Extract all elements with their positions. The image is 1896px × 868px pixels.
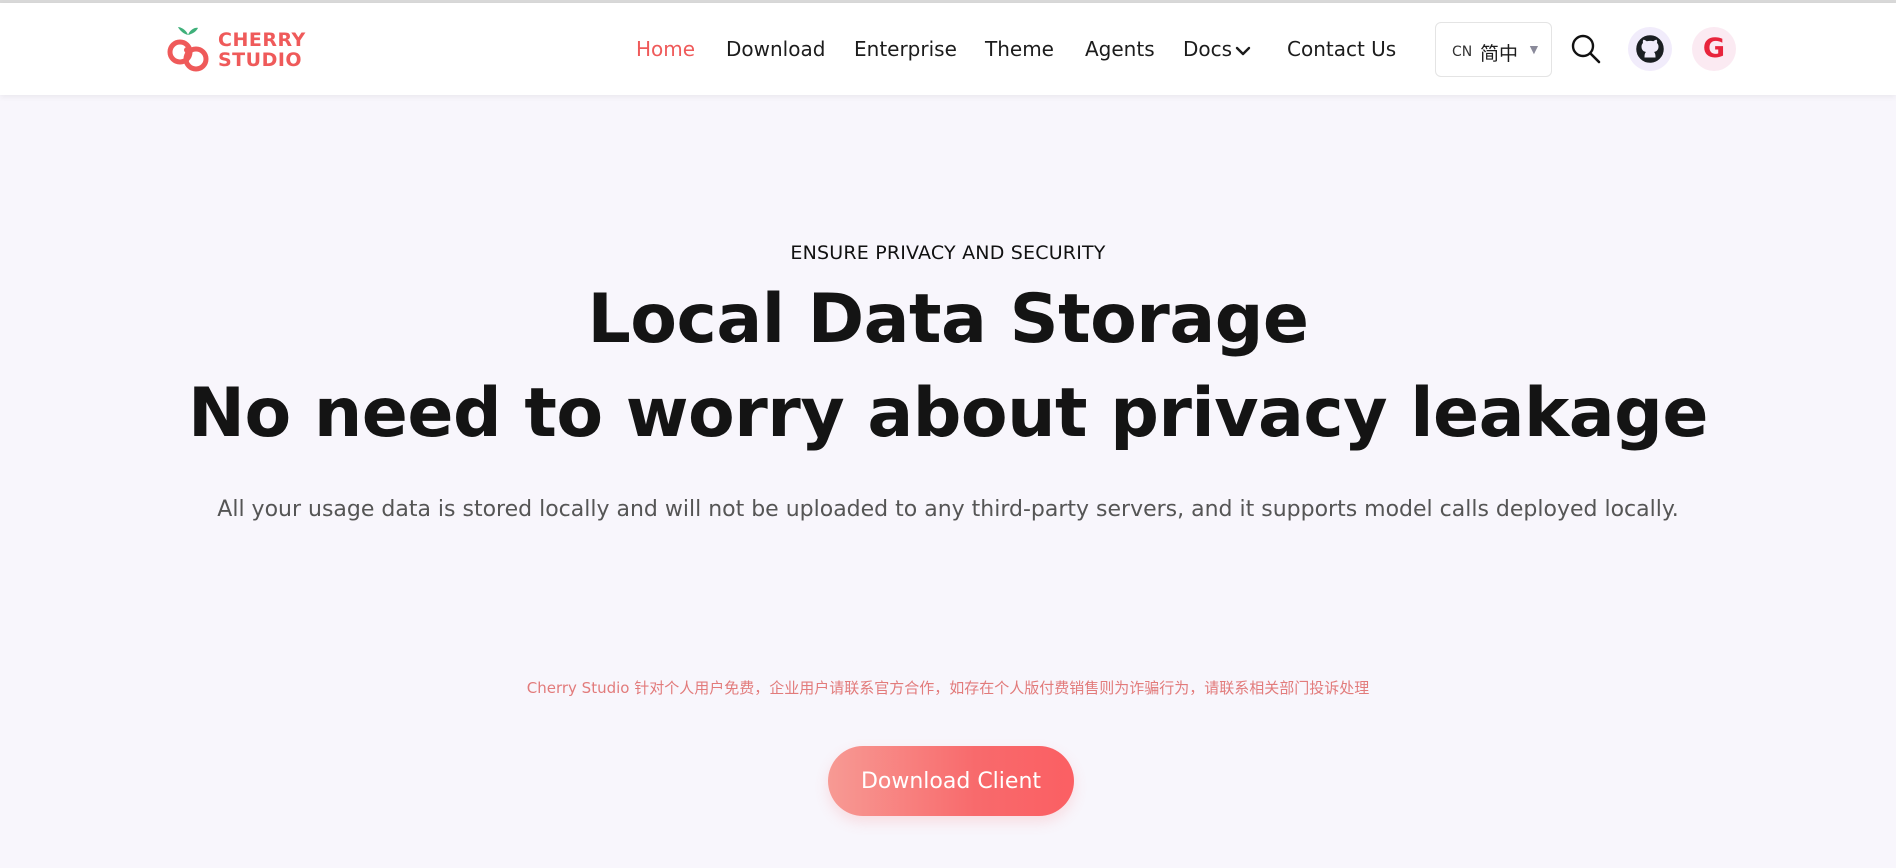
search-button[interactable] [1570, 33, 1602, 65]
nav-theme[interactable]: Theme [985, 37, 1054, 61]
cherry-studio-logo[interactable]: CHERRY STUDIO [166, 25, 306, 75]
fraud-notice: Cherry Studio 针对个人用户免费，企业用户请联系官方合作，如存在个人… [526, 679, 1370, 697]
nav-enterprise[interactable]: Enterprise [854, 37, 957, 61]
hero-eyebrow: ENSURE PRIVACY AND SECURITY [790, 242, 1106, 264]
language-code: CN [1452, 44, 1473, 60]
github-icon [1636, 35, 1664, 63]
hero-headline-line2: No need to worry about privacy leakage [188, 374, 1708, 453]
nav-home[interactable]: Home [636, 37, 695, 61]
language-name: 简中 [1480, 43, 1519, 65]
nav-download[interactable]: Download [726, 37, 825, 61]
nav-docs[interactable]: Docs [1183, 37, 1251, 61]
site-header: CHERRY STUDIO Home Download Enterprise T… [0, 3, 1896, 95]
nav-agents[interactable]: Agents [1085, 37, 1155, 61]
nav-docs-label: Docs [1183, 37, 1233, 61]
chevron-down-icon [1235, 46, 1251, 55]
language-selector[interactable]: CN 简中 ▼ [1435, 22, 1552, 77]
download-client-button[interactable]: Download Client [828, 746, 1074, 816]
cherry-logo-icon [167, 27, 209, 72]
github-button[interactable] [1628, 27, 1672, 71]
caret-down-icon: ▼ [1527, 41, 1541, 57]
google-button[interactable]: G [1692, 27, 1736, 71]
logo-text-studio: STUDIO [218, 49, 303, 71]
google-icon: G [1702, 33, 1726, 64]
logo-text-cherry: CHERRY [218, 29, 306, 51]
hero-headline-line1: Local Data Storage [587, 280, 1309, 359]
search-icon [1571, 34, 1601, 64]
nav-contact-us[interactable]: Contact Us [1287, 37, 1396, 61]
hero-subtext: All your usage data is stored locally an… [217, 497, 1679, 522]
